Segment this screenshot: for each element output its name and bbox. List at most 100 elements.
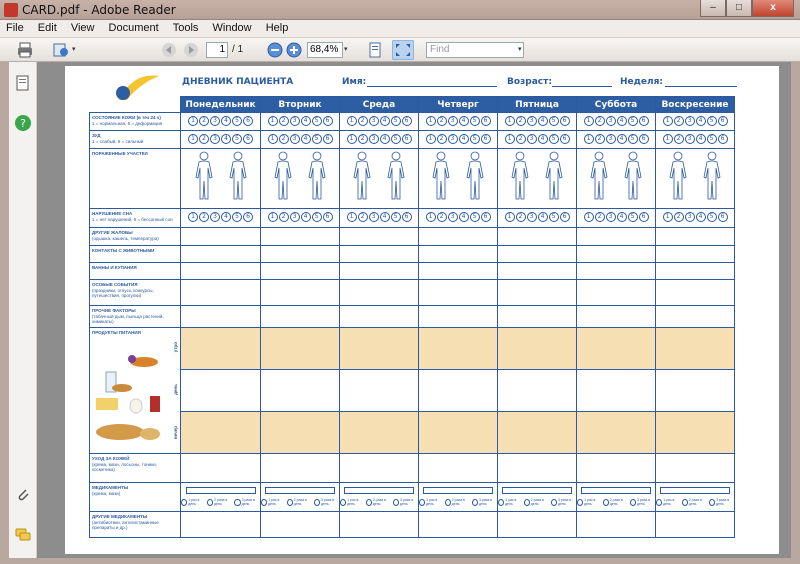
entry-cell[interactable] [418,305,498,328]
rating-option[interactable]: 4 [379,116,390,126]
entry-cell[interactable] [260,453,340,483]
radio-circle[interactable] [681,498,688,506]
entry-cell[interactable] [339,245,419,263]
rating-option[interactable]: 3 [210,212,220,222]
rating-option[interactable]: 4 [616,116,627,126]
frequency-option[interactable]: 2 раза в день [602,498,628,506]
radio-circle[interactable] [365,498,372,506]
rating-option[interactable]: 2 [673,212,684,222]
rating-option[interactable]: 4 [616,134,627,144]
entry-cell[interactable] [339,227,419,246]
rating-option[interactable]: 6 [401,116,412,126]
radio-circle[interactable] [181,498,188,506]
rating-option[interactable]: 1 [267,116,278,126]
rating-option[interactable]: 5 [706,134,717,144]
rating-option[interactable]: 3 [526,212,537,222]
rating-option[interactable]: 2 [357,212,368,222]
minimize-button[interactable]: – [700,0,726,17]
body-front-icon[interactable] [271,151,295,204]
rating-option[interactable]: 3 [684,134,695,144]
entry-cell[interactable] [655,262,735,280]
rating-option[interactable]: 6 [243,116,253,126]
entry-cell[interactable] [418,369,498,412]
menu-view[interactable]: View [65,20,100,34]
food-entry-cell[interactable] [655,327,735,370]
find-input[interactable]: Find [426,42,524,58]
rating-option[interactable]: 6 [638,134,649,144]
rating-option[interactable]: 6 [243,212,253,222]
rating-option[interactable]: 1 [425,116,436,126]
radio-circle[interactable] [286,498,293,506]
frequency-option[interactable]: 2 раза в день [523,498,549,506]
rating-option[interactable]: 5 [627,116,638,126]
radio-circle[interactable] [498,498,505,506]
rating-option[interactable]: 1 [267,212,278,222]
rating-option[interactable]: 5 [627,134,638,144]
rating-option[interactable]: 3 [210,116,220,126]
body-back-icon[interactable] [621,151,645,204]
frequency-option[interactable]: 2 раза в день [206,498,233,506]
entry-cell[interactable] [655,227,735,246]
body-back-icon[interactable] [226,151,250,204]
rating-option[interactable]: 4 [537,134,548,144]
frequency-option[interactable]: 1 раз в день [181,498,205,506]
rating-option[interactable]: 4 [221,134,231,144]
rating-option[interactable]: 6 [638,116,649,126]
radio-circle[interactable] [444,498,451,506]
previous-page-icon[interactable] [160,41,178,59]
rating-option[interactable]: 4 [221,212,231,222]
fit-width-icon[interactable] [392,40,414,60]
rating-option[interactable]: 6 [559,212,570,222]
rating-option[interactable]: 2 [594,212,605,222]
radio-circle[interactable] [206,498,214,506]
rating-option[interactable]: 1 [662,212,673,222]
body-back-icon[interactable] [463,151,487,204]
food-entry-cell[interactable] [180,327,261,370]
rating-option[interactable]: 6 [559,134,570,144]
rating-option[interactable]: 3 [605,212,616,222]
frequency-option[interactable]: 2 раза в день [365,498,391,506]
rating-option[interactable]: 6 [401,134,412,144]
rating-option[interactable]: 3 [605,116,616,126]
share-icon[interactable] [52,41,70,59]
food-entry-cell[interactable] [260,411,340,454]
frequency-option[interactable]: 1 раз в день [419,498,443,506]
body-back-icon[interactable] [700,151,724,204]
entry-cell[interactable] [180,369,261,412]
food-entry-cell[interactable] [339,327,419,370]
help-icon[interactable]: ? [14,114,32,132]
entry-cell[interactable] [655,511,735,538]
rating-option[interactable]: 5 [311,212,322,222]
rating-option[interactable]: 5 [390,134,401,144]
print-icon[interactable] [16,41,34,59]
frequency-option[interactable]: 3 раза в день [392,498,418,506]
rating-option[interactable]: 2 [515,116,526,126]
entry-cell[interactable] [418,245,498,263]
entry-cell[interactable] [497,262,577,280]
food-entry-cell[interactable] [180,411,261,454]
entry-cell[interactable] [180,245,261,263]
rating-option[interactable]: 1 [346,134,357,144]
rating-option[interactable]: 2 [199,116,209,126]
rating-option[interactable]: 2 [357,116,368,126]
rating-option[interactable]: 2 [436,212,447,222]
radio-circle[interactable] [261,498,268,506]
rating-option[interactable]: 2 [199,212,209,222]
frequency-option[interactable]: 3 раза в день [550,498,576,506]
rating-option[interactable]: 3 [368,134,379,144]
radio-circle[interactable] [471,498,478,506]
close-button[interactable]: x [752,0,794,17]
rating-option[interactable]: 6 [717,116,728,126]
radio-circle[interactable] [340,498,347,506]
entry-cell[interactable] [655,453,735,483]
rating-option[interactable]: 1 [188,212,198,222]
rating-option[interactable]: 5 [390,116,401,126]
rating-option[interactable]: 1 [346,116,357,126]
rating-option[interactable]: 6 [322,212,333,222]
rating-option[interactable]: 1 [346,212,357,222]
rating-option[interactable]: 2 [199,134,209,144]
frequency-option[interactable]: 3 раза в день [471,498,497,506]
rating-option[interactable]: 4 [379,134,390,144]
rating-option[interactable]: 3 [289,212,300,222]
entry-cell[interactable] [497,305,577,328]
